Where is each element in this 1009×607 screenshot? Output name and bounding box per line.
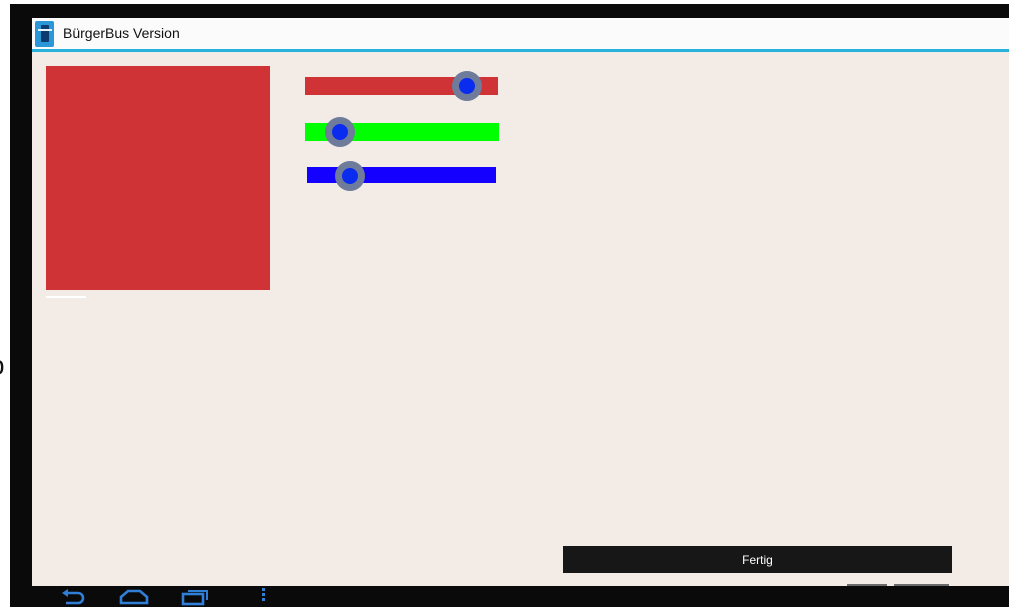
bus-app-icon[interactable] bbox=[35, 21, 54, 47]
overflow-menu-icon[interactable] bbox=[258, 586, 268, 607]
red-slider-thumb[interactable] bbox=[452, 71, 483, 101]
back-icon[interactable] bbox=[58, 586, 88, 607]
title-divider bbox=[32, 49, 1009, 52]
home-icon[interactable] bbox=[118, 586, 150, 607]
system-navigation-bar bbox=[32, 586, 1009, 607]
action-bar: BürgerBus Version bbox=[32, 18, 1009, 49]
blue-slider-thumb[interactable] bbox=[335, 161, 366, 191]
recent-apps-icon[interactable] bbox=[179, 586, 211, 607]
green-slider[interactable] bbox=[305, 117, 499, 147]
thumb-dot bbox=[342, 168, 359, 184]
app-screen: BürgerBus Version Fertig bbox=[32, 18, 1009, 586]
color-preview-swatch bbox=[46, 66, 270, 290]
thumb-dot bbox=[331, 124, 348, 140]
tablet-frame: BürgerBus Version Fertig bbox=[10, 4, 1009, 607]
fertig-button[interactable]: Fertig bbox=[563, 546, 952, 573]
green-slider-thumb[interactable] bbox=[324, 117, 355, 147]
edge-letter: b bbox=[0, 352, 4, 378]
thumb-dot bbox=[459, 78, 476, 94]
blue-slider[interactable] bbox=[307, 161, 496, 191]
red-slider[interactable] bbox=[305, 71, 498, 101]
preview-underline bbox=[46, 296, 86, 298]
app-title: BürgerBus Version bbox=[63, 25, 180, 41]
bus-window-strip bbox=[38, 29, 52, 31]
bus-glyph bbox=[41, 25, 49, 42]
